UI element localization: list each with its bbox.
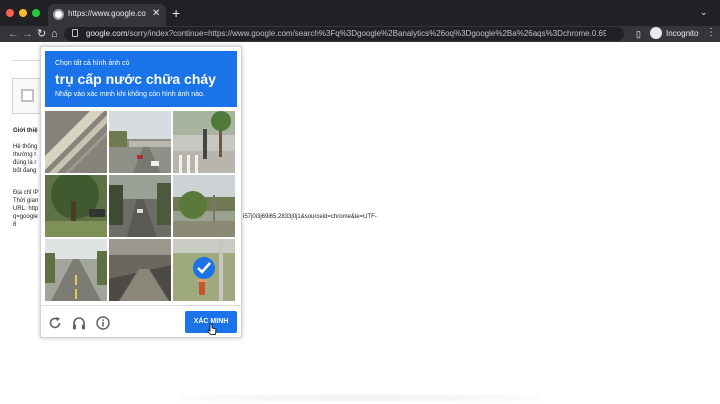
captcha-tile[interactable] xyxy=(45,239,107,301)
globe-icon xyxy=(53,9,64,20)
captcha-subinstruction: Nhấp vào xác minh khi không còn hình ảnh… xyxy=(55,91,205,98)
recaptcha-checkbox-widget xyxy=(12,78,42,114)
lock-icon xyxy=(72,29,78,37)
captcha-challenge: Chọn tất cả hình ảnh có trụ cấp nước chữ… xyxy=(40,46,242,338)
captcha-tile[interactable] xyxy=(173,175,235,237)
browser-tab[interactable]: https://www.google.com/sear ✕ xyxy=(48,4,166,26)
side-panel-icon[interactable]: ▯ xyxy=(636,27,641,41)
divider xyxy=(12,60,42,61)
address-bar-url: google.com/sorry/index?continue=https://… xyxy=(86,29,606,38)
info-line: Thời gian xyxy=(13,198,39,204)
audio-headphones-icon[interactable] xyxy=(71,315,87,331)
maximize-window-button[interactable] xyxy=(32,9,40,17)
hand-cursor-icon xyxy=(207,323,217,335)
section-heading: Giới thiệ xyxy=(13,128,38,134)
incognito-icon xyxy=(650,27,662,39)
new-tab-button[interactable]: + xyxy=(172,6,180,20)
browser-window: https://www.google.com/sear ✕ + ⌄ ← → ↻ … xyxy=(0,0,720,404)
captcha-footer-divider xyxy=(41,305,241,306)
url-tail-text: i57j0i3j69i65.2833j0j1&sourceid=chrome&i… xyxy=(243,214,377,220)
reload-icon[interactable] xyxy=(47,315,63,331)
info-icon[interactable] xyxy=(95,315,111,331)
url-path: /sorry/index?continue=https://www.google… xyxy=(127,29,606,38)
browser-toolbar: ← → ↻ ⌂ google.com/sorry/index?continue=… xyxy=(0,26,720,42)
back-icon[interactable]: ← xyxy=(8,27,19,41)
url-host: google.com xyxy=(86,29,128,38)
forward-icon[interactable]: → xyxy=(22,27,33,41)
info-line: URL: http xyxy=(13,206,39,212)
info-line: q=google xyxy=(13,214,38,220)
captcha-header: Chọn tất cả hình ảnh có trụ cấp nước chữ… xyxy=(45,51,237,107)
info-line: 8 xyxy=(13,222,17,228)
shadow-decoration xyxy=(180,394,540,402)
captcha-tile[interactable] xyxy=(109,239,171,301)
home-icon[interactable]: ⌂ xyxy=(51,27,58,41)
tab-title: https://www.google.com/sear xyxy=(68,9,146,18)
reload-page-icon[interactable]: ↻ xyxy=(37,27,46,41)
recaptcha-checkbox[interactable] xyxy=(21,89,34,102)
para-line: đúng là r xyxy=(13,160,37,166)
browser-menu-icon[interactable]: ⋮ xyxy=(706,27,716,38)
tab-close-icon[interactable]: ✕ xyxy=(152,8,160,20)
captcha-tile[interactable] xyxy=(109,175,171,237)
captcha-tile[interactable] xyxy=(173,111,235,173)
info-line: Địa chỉ IP xyxy=(13,190,39,196)
close-window-button[interactable] xyxy=(6,9,14,17)
tab-search-icon[interactable]: ⌄ xyxy=(700,7,708,18)
captcha-tile[interactable] xyxy=(45,111,107,173)
captcha-tile[interactable] xyxy=(109,111,171,173)
para-line: bốt đang xyxy=(13,168,37,174)
para-line: thường t xyxy=(13,152,36,158)
captcha-target: trụ cấp nước chữa cháy xyxy=(55,71,216,87)
captcha-tile[interactable] xyxy=(173,239,235,301)
minimize-window-button[interactable] xyxy=(19,9,27,17)
captcha-tile[interactable] xyxy=(45,175,107,237)
selected-check-icon xyxy=(193,257,215,279)
incognito-label: Incognito xyxy=(666,29,699,38)
para-line: Hệ thống xyxy=(13,144,38,150)
address-bar[interactable]: google.com/sorry/index?continue=https://… xyxy=(64,27,661,41)
captcha-instruction: Chọn tất cả hình ảnh có xyxy=(55,60,130,67)
tab-strip: https://www.google.com/sear ✕ + ⌄ xyxy=(0,0,720,26)
